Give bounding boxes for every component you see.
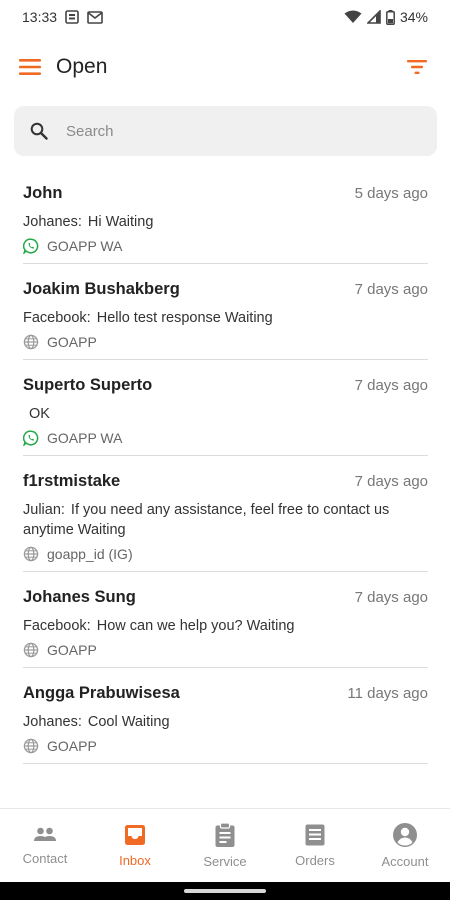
nav-item-service[interactable]: Service (180, 809, 270, 882)
channel-label: goapp_id (IG) (47, 546, 133, 562)
orders-icon (304, 823, 326, 847)
timestamp: 7 days ago (354, 473, 428, 490)
nav-label: Orders (295, 853, 335, 868)
timestamp: 7 days ago (354, 589, 428, 606)
sender-label: Julian: (23, 502, 65, 518)
search-input[interactable]: Search (66, 123, 114, 140)
contact-name: Johanes Sung (23, 588, 136, 606)
message-preview: Facebook: Hello test response Waiting (23, 308, 428, 328)
globe-icon (23, 546, 39, 562)
list-item[interactable]: Superto Superto 7 days ago OK GOAPP WA (23, 360, 428, 456)
account-icon (392, 822, 418, 848)
inbox-icon (123, 823, 147, 847)
page-title: Open (56, 55, 108, 78)
channel-row: GOAPP (23, 642, 428, 658)
sender-label: Facebook: (23, 618, 91, 634)
battery-icon (386, 9, 395, 25)
channel-label: GOAPP (47, 738, 97, 754)
nav-item-orders[interactable]: Orders (270, 809, 360, 882)
filter-button[interactable] (402, 55, 432, 79)
gmail-icon (87, 10, 103, 24)
conversation-list: John 5 days ago Johanes: Hi Waiting GOAPP… (0, 168, 450, 764)
nav-item-account[interactable]: Account (360, 809, 450, 882)
channel-row: GOAPP WA (23, 238, 428, 254)
nav-label: Contact (22, 851, 68, 866)
message-text: Hello test response Waiting (96, 310, 273, 326)
channel-label: GOAPP WA (47, 238, 123, 254)
sender-label: Johanes: (23, 214, 82, 230)
wifi-icon (344, 10, 362, 24)
filter-icon (406, 59, 428, 75)
system-gesture-bar (0, 882, 450, 900)
contact-name: f1rstmistake (23, 472, 121, 490)
whatsapp-icon (23, 430, 39, 446)
contact-name: John (23, 184, 63, 202)
message-text: Hi Waiting (87, 214, 154, 230)
nav-label: Service (203, 854, 247, 869)
nav-item-inbox[interactable]: Inbox (90, 809, 180, 882)
globe-icon (23, 642, 39, 658)
channel-label: GOAPP (47, 334, 97, 350)
list-item[interactable]: f1rstmistake 7 days ago Julian: If you ne… (23, 456, 428, 572)
contacts-icon (33, 825, 57, 845)
channel-label: GOAPP WA (47, 430, 123, 446)
clipboard-icon (214, 822, 236, 848)
globe-icon (23, 738, 39, 754)
message-preview: Johanes: Cool Waiting (23, 712, 428, 732)
list-item[interactable]: John 5 days ago Johanes: Hi Waiting GOAPP… (23, 168, 428, 264)
globe-icon (23, 334, 39, 350)
message-text: If you need any assistance, feel free to… (23, 502, 390, 538)
message-preview: OK (23, 404, 428, 424)
status-bar: 13:33 34% (0, 0, 450, 34)
contact-name: Angga Prabuwisesa (23, 684, 180, 702)
timestamp: 7 days ago (354, 281, 428, 298)
channel-label: GOAPP (47, 642, 97, 658)
home-gesture-handle[interactable] (184, 889, 266, 893)
list-item[interactable]: Johanes Sung 7 days ago Facebook: How can… (23, 572, 428, 668)
contact-name: Superto Superto (23, 376, 153, 394)
channel-row: goapp_id (IG) (23, 546, 428, 562)
menu-icon[interactable] (18, 58, 42, 76)
timestamp: 5 days ago (354, 185, 428, 202)
message-text: Cool Waiting (87, 714, 170, 730)
search-icon (30, 122, 48, 140)
list-item[interactable]: Joakim Bushakberg 7 days ago Facebook: He… (23, 264, 428, 360)
notification-icon (65, 10, 79, 24)
bottom-nav: Contact Inbox Service Orders Account (0, 808, 450, 882)
battery-percent: 34% (399, 9, 428, 25)
whatsapp-icon (23, 238, 39, 254)
status-time: 13:33 (22, 9, 58, 25)
app-bar: Open (0, 40, 450, 94)
sender-label: Johanes: (23, 714, 82, 730)
list-item[interactable]: Angga Prabuwisesa 11 days ago Johanes: Co… (23, 668, 428, 764)
channel-row: GOAPP (23, 738, 428, 754)
contact-name: Joakim Bushakberg (23, 280, 180, 298)
message-text: OK (29, 406, 50, 422)
channel-row: GOAPP (23, 334, 428, 350)
search-bar[interactable]: Search (14, 106, 437, 156)
nav-label: Account (381, 854, 429, 869)
channel-row: GOAPP WA (23, 430, 428, 446)
nav-label: Inbox (119, 853, 151, 868)
timestamp: 11 days ago (347, 685, 428, 702)
sender-label: Facebook: (23, 310, 91, 326)
signal-icon (366, 10, 381, 24)
nav-item-contact[interactable]: Contact (0, 809, 90, 882)
message-preview: Julian: If you need any assistance, feel … (23, 500, 428, 540)
message-preview: Facebook: How can we help you? Waiting (23, 616, 428, 636)
timestamp: 7 days ago (354, 377, 428, 394)
message-text: How can we help you? Waiting (96, 618, 295, 634)
message-preview: Johanes: Hi Waiting (23, 212, 428, 232)
